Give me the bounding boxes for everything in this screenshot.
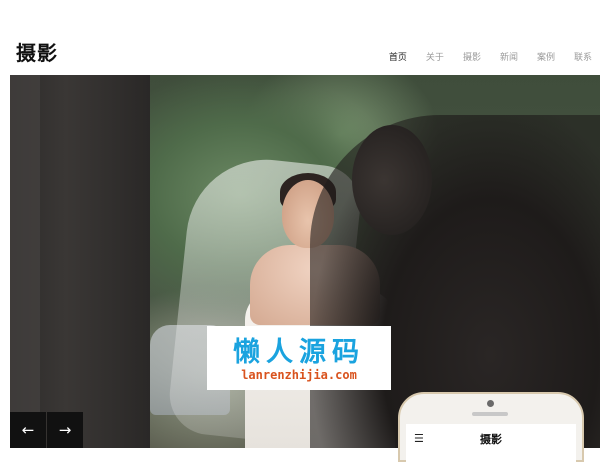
nav-item-home[interactable]: 首页 [389,50,407,63]
hero-doorframe-edge [10,75,40,448]
phone-screen: ☰ 摄影 [406,424,576,464]
arrow-right-icon: → [58,421,72,439]
slider-prev-button[interactable]: ← [10,412,46,448]
phone-speaker [472,412,508,416]
watermark-title: 懒人源码 [233,337,365,368]
watermark-banner: 懒人源码 lanrenzhijia.com [207,326,391,390]
main-nav: 首页 关于 摄影 新闻 案例 联系 [370,50,592,63]
phone-logo: 摄影 [480,433,502,446]
nav-item-cases[interactable]: 案例 [537,50,555,63]
site-header: 摄影 首页 关于 摄影 新闻 案例 联系 [0,0,600,75]
hamburger-menu-icon[interactable]: ☰ [414,432,424,445]
watermark-url: lanrenzhijia.com [241,368,357,382]
nav-item-about[interactable]: 关于 [426,50,444,63]
phone-camera [487,400,494,407]
arrow-left-icon: ← [21,421,35,439]
nav-item-news[interactable]: 新闻 [500,50,518,63]
mobile-preview-phone: ☰ 摄影 [398,392,584,464]
slider-next-button[interactable]: → [47,412,83,448]
site-logo[interactable]: 摄影 [16,37,58,66]
nav-item-photography[interactable]: 摄影 [463,50,481,63]
nav-item-contact[interactable]: 联系 [574,50,592,63]
groom-head [352,125,432,235]
